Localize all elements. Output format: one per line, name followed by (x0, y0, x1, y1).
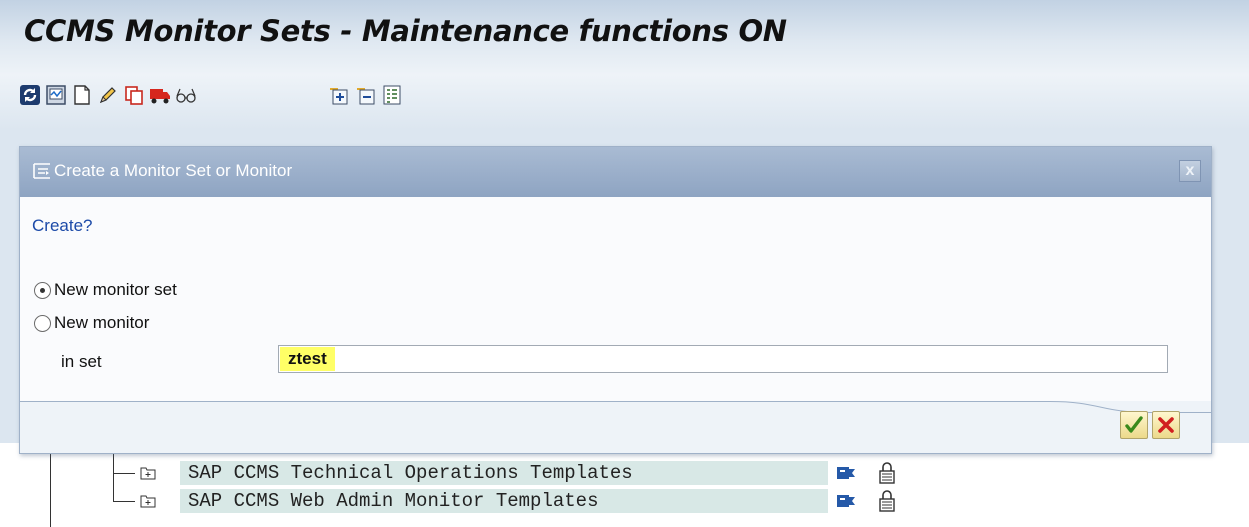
cancel-x-icon (1158, 417, 1174, 433)
collapse-subtree-icon[interactable] (355, 84, 377, 106)
tree-row[interactable]: SAP CCMS Web Admin Monitor Templates (0, 474, 1249, 514)
toolbar (0, 75, 1249, 130)
close-icon: x (1185, 162, 1195, 179)
dialog-header: Create a Monitor Set or Monitor x (20, 147, 1211, 197)
folder-icon (140, 467, 156, 480)
lock-icon (879, 490, 895, 512)
in-set-input[interactable]: ztest (278, 345, 1168, 373)
edit-pencil-icon[interactable] (97, 84, 119, 106)
dialog-question: Create? (32, 216, 93, 235)
refresh-icon[interactable] (19, 84, 41, 106)
radio-button[interactable] (34, 281, 51, 299)
close-button[interactable]: x (1179, 160, 1201, 182)
expand-subtree-icon[interactable] (328, 84, 350, 106)
in-set-label: in set (61, 352, 102, 371)
new-document-icon[interactable] (71, 84, 93, 106)
tree-row[interactable]: SAP CCMS Technical Operations Templates (0, 446, 1249, 486)
dialog-title: Create a Monitor Set or Monitor (54, 161, 293, 180)
radio-label[interactable]: New monitor set (54, 280, 177, 300)
legend-icon[interactable] (381, 84, 403, 106)
cancel-button[interactable] (1152, 411, 1180, 439)
lock-icon (879, 462, 895, 484)
flag-icon[interactable] (836, 465, 856, 481)
check-icon (1125, 416, 1143, 433)
flag-icon[interactable] (836, 493, 856, 509)
monitor-tree: SAP CCMS Technical Operations Templates … (0, 443, 1249, 527)
radio-new-monitor[interactable]: New monitor (34, 312, 149, 334)
folder-icon (140, 495, 156, 508)
monitor-icon[interactable] (45, 84, 67, 106)
title-bar: CCMS Monitor Sets - Maintenance function… (0, 0, 1249, 75)
tree-row-label[interactable]: SAP CCMS Web Admin Monitor Templates (180, 489, 828, 513)
radio-label[interactable]: New monitor (54, 313, 149, 333)
copy-icon[interactable] (123, 84, 145, 106)
dialog-body: Create? New monitor set New monitor in s… (20, 197, 1211, 401)
radio-button[interactable] (34, 314, 51, 332)
radio-new-monitor-set[interactable]: New monitor set (34, 279, 177, 301)
tree-row-label[interactable]: SAP CCMS Technical Operations Templates (180, 461, 828, 485)
footer-divider (20, 401, 1211, 413)
confirm-button[interactable] (1120, 411, 1148, 439)
dialog-footer (20, 401, 1211, 453)
transport-icon[interactable] (149, 84, 171, 106)
glasses-icon[interactable] (175, 84, 197, 106)
dialog-window-icon (33, 163, 50, 179)
create-dialog: Create a Monitor Set or Monitor x Create… (19, 146, 1212, 454)
in-set-value[interactable]: ztest (280, 347, 335, 371)
page-title: CCMS Monitor Sets - Maintenance function… (24, 14, 787, 48)
